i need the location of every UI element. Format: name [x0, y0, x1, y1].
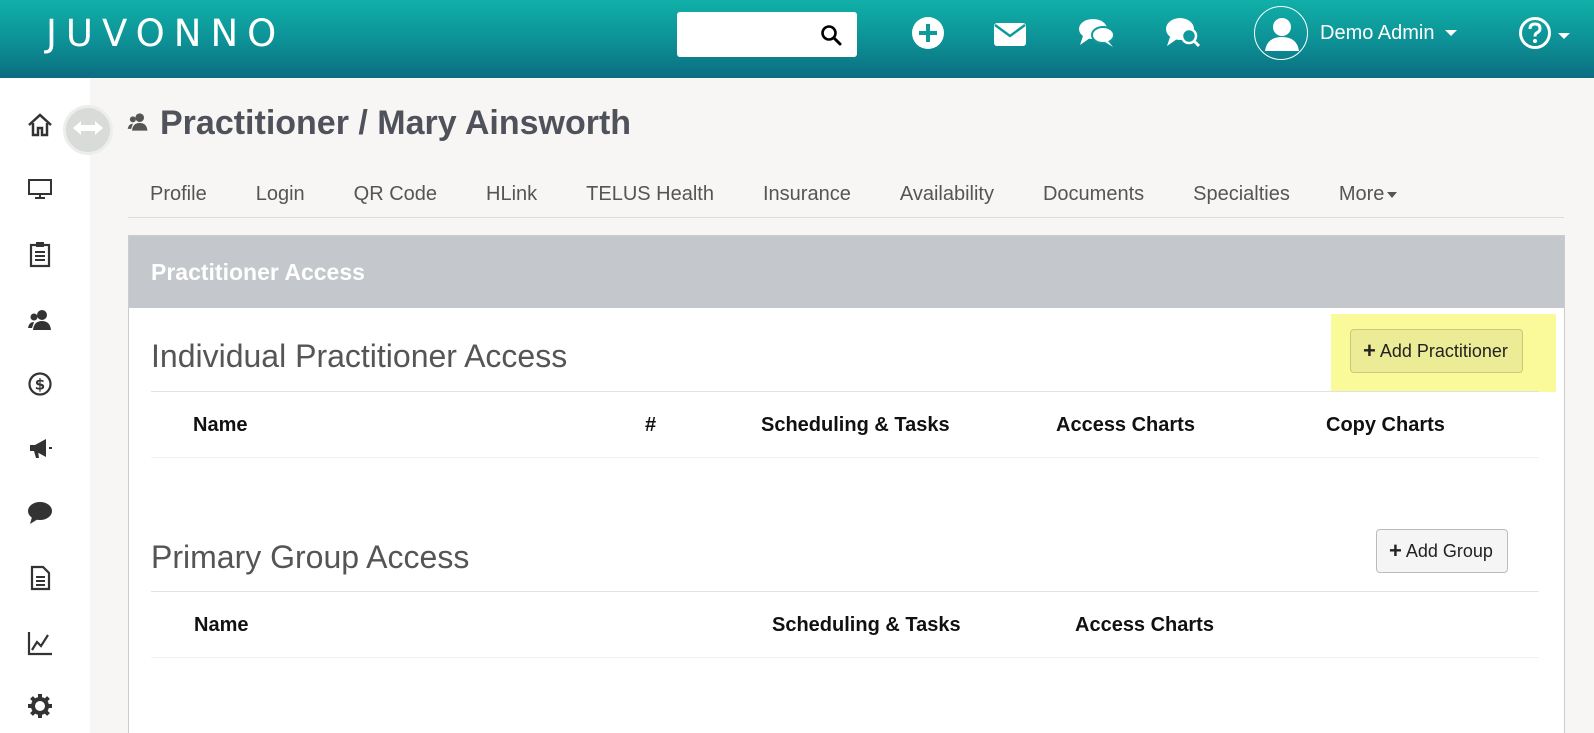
group-access-title: Primary Group Access	[151, 539, 470, 575]
tab-availability[interactable]: Availability	[900, 176, 994, 217]
divider	[151, 657, 1539, 658]
add-group-button[interactable]: + Add Group	[1376, 529, 1508, 573]
top-navbar: JUVONNO Demo Admin	[0, 0, 1594, 78]
svg-text:$: $	[35, 376, 45, 394]
chat-icon[interactable]	[26, 499, 54, 527]
arrows-horizontal-icon	[71, 118, 105, 143]
chevron-down-icon[interactable]	[1558, 32, 1570, 39]
users-icon[interactable]	[26, 306, 54, 334]
sidebar: $	[0, 78, 90, 733]
add-practitioner-label: Add Practitioner	[1379, 340, 1508, 361]
individual-access-title: Individual Practitioner Access	[151, 338, 568, 374]
chat-bubbles-icon[interactable]	[1078, 16, 1116, 55]
column-header: #	[645, 414, 657, 436]
practitioner-access-panel: Practitioner Access + Add Practitioner I…	[128, 235, 1565, 733]
user-avatar-icon[interactable]	[1254, 6, 1308, 60]
user-name[interactable]: Demo Admin	[1320, 22, 1435, 45]
divider	[151, 391, 1539, 392]
help-icon[interactable]	[1518, 16, 1552, 55]
tab-specialties[interactable]: Specialties	[1193, 176, 1290, 217]
clipboard-icon[interactable]	[26, 240, 54, 268]
column-header: Access Charts	[1056, 414, 1195, 436]
tab-hlink[interactable]: HLink	[486, 176, 537, 217]
search-input[interactable]	[677, 12, 807, 57]
column-header: Copy Charts	[1326, 414, 1445, 436]
tab-more[interactable]: More	[1339, 176, 1398, 217]
search-box[interactable]	[677, 12, 857, 57]
chat-search-icon[interactable]	[1164, 16, 1202, 55]
plus-icon: +	[1363, 338, 1376, 363]
add-group-label: Add Group	[1405, 540, 1493, 561]
column-header: Name	[194, 614, 249, 636]
home-icon[interactable]	[26, 111, 54, 139]
panel-header: Practitioner Access	[129, 236, 1564, 308]
user-menu[interactable]: Demo Admin	[1254, 5, 1457, 61]
app-logo[interactable]: JUVONNO	[46, 12, 285, 55]
plus-icon: +	[1389, 538, 1402, 563]
column-header: Access Charts	[1075, 614, 1214, 636]
plus-circle-icon[interactable]	[911, 16, 945, 55]
tab-qr-code[interactable]: QR Code	[354, 176, 437, 217]
practitioner-icon	[126, 104, 150, 143]
dollar-icon[interactable]: $	[26, 370, 54, 398]
tab-insurance[interactable]: Insurance	[763, 176, 851, 217]
monitor-icon[interactable]	[26, 175, 54, 203]
page-title-text: Practitioner / Mary Ainsworth	[160, 104, 632, 142]
tab-bar: Profile Login QR Code HLink TELUS Health…	[128, 176, 1564, 218]
tab-telus-health[interactable]: TELUS Health	[586, 176, 714, 217]
settings-icon[interactable]	[26, 692, 54, 720]
divider	[151, 457, 1539, 458]
document-icon[interactable]	[26, 564, 54, 592]
panel-title: Practitioner Access	[151, 258, 365, 285]
help-menu[interactable]	[1518, 16, 1570, 55]
tab-more-label: More	[1338, 183, 1385, 205]
search-icon[interactable]	[819, 23, 843, 52]
sidebar-toggle-button[interactable]	[63, 105, 113, 155]
tab-login[interactable]: Login	[256, 176, 305, 217]
divider	[151, 591, 1539, 592]
megaphone-icon[interactable]	[26, 434, 54, 462]
chevron-down-icon[interactable]	[1444, 30, 1457, 36]
column-header: Name	[193, 414, 248, 436]
column-header: Scheduling & Tasks	[772, 614, 961, 636]
tab-documents[interactable]: Documents	[1043, 176, 1144, 217]
add-practitioner-button[interactable]: + Add Practitioner	[1350, 329, 1523, 373]
chevron-down-icon	[1387, 191, 1398, 198]
tab-profile[interactable]: Profile	[150, 176, 207, 217]
column-header: Scheduling & Tasks	[761, 414, 950, 436]
mail-icon[interactable]	[993, 20, 1027, 53]
chart-icon[interactable]	[26, 629, 54, 657]
page-title: Practitioner / Mary Ainsworth	[126, 104, 631, 143]
